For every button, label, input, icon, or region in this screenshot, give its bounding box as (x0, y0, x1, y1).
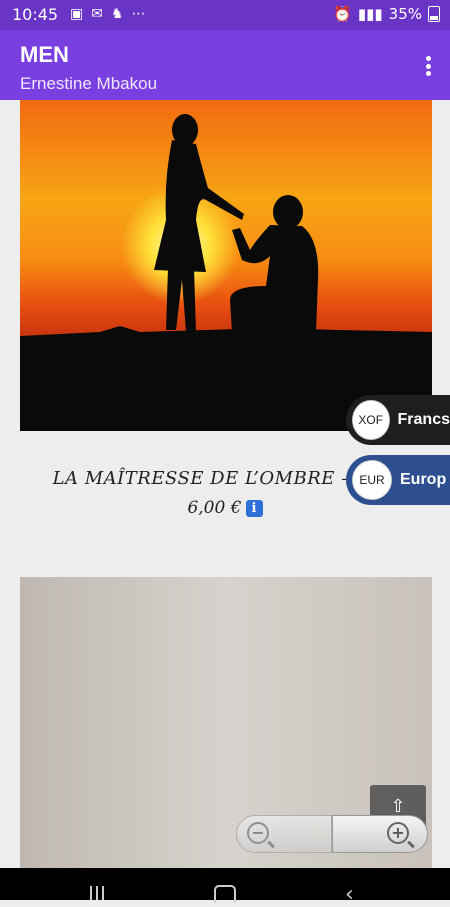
app-notification-icon: ♞ (110, 6, 124, 22)
system-nav-bar: ‹ (0, 868, 450, 907)
notification-icons: ▣ ✉ ♞ ⋯ (70, 6, 146, 22)
status-bar: 10:45 ▣ ✉ ♞ ⋯ ⏰ ▮▮▮ 35% (0, 0, 450, 30)
alarm-icon: ⏰ (333, 5, 352, 23)
couple-silhouette (20, 114, 432, 431)
currency-code: XOF (352, 400, 390, 440)
currency-option-eur[interactable]: EUR Europ (346, 455, 450, 505)
zoom-out-button[interactable]: − (236, 815, 332, 853)
signal-icon: ▮▮▮ (357, 5, 383, 23)
currency-option-xof[interactable]: XOF Francs (346, 395, 450, 445)
currency-code: EUR (352, 460, 392, 500)
zoom-out-icon: − (247, 822, 269, 844)
battery-percent: 35% (388, 5, 422, 23)
more-notifications-icon: ⋯ (131, 6, 146, 22)
zoom-in-button[interactable]: + (332, 815, 428, 853)
zoom-controls: − + (236, 815, 428, 853)
message-notification-icon: ✉ (91, 6, 103, 22)
info-icon[interactable]: i (245, 500, 263, 517)
back-icon[interactable]: ‹ (345, 882, 354, 907)
page-title: MEN (20, 42, 69, 67)
arrow-up-icon: ⇧ (390, 796, 406, 817)
home-icon[interactable] (214, 885, 236, 903)
product-price: 6,00 € (187, 498, 242, 518)
app-bar: MEN Ernestine Mbakou (0, 30, 450, 100)
status-right: ⏰ ▮▮▮ 35% (333, 5, 440, 23)
battery-icon (428, 6, 440, 22)
product-image-sunset-proposal[interactable] (20, 100, 432, 431)
status-time: 10:45 (12, 5, 59, 24)
recent-apps-icon[interactable] (90, 886, 104, 900)
currency-name: Europ (400, 471, 447, 488)
image-notification-icon: ▣ (70, 6, 84, 22)
currency-name: Francs (397, 411, 450, 428)
overflow-menu-icon[interactable] (426, 56, 432, 76)
product-list[interactable]: LA MAÎTRESSE DE L’OMBRE – PDF 6,00 € i X… (0, 100, 450, 868)
zoom-in-icon: + (387, 822, 409, 844)
page-subtitle: Ernestine Mbakou (20, 74, 158, 93)
